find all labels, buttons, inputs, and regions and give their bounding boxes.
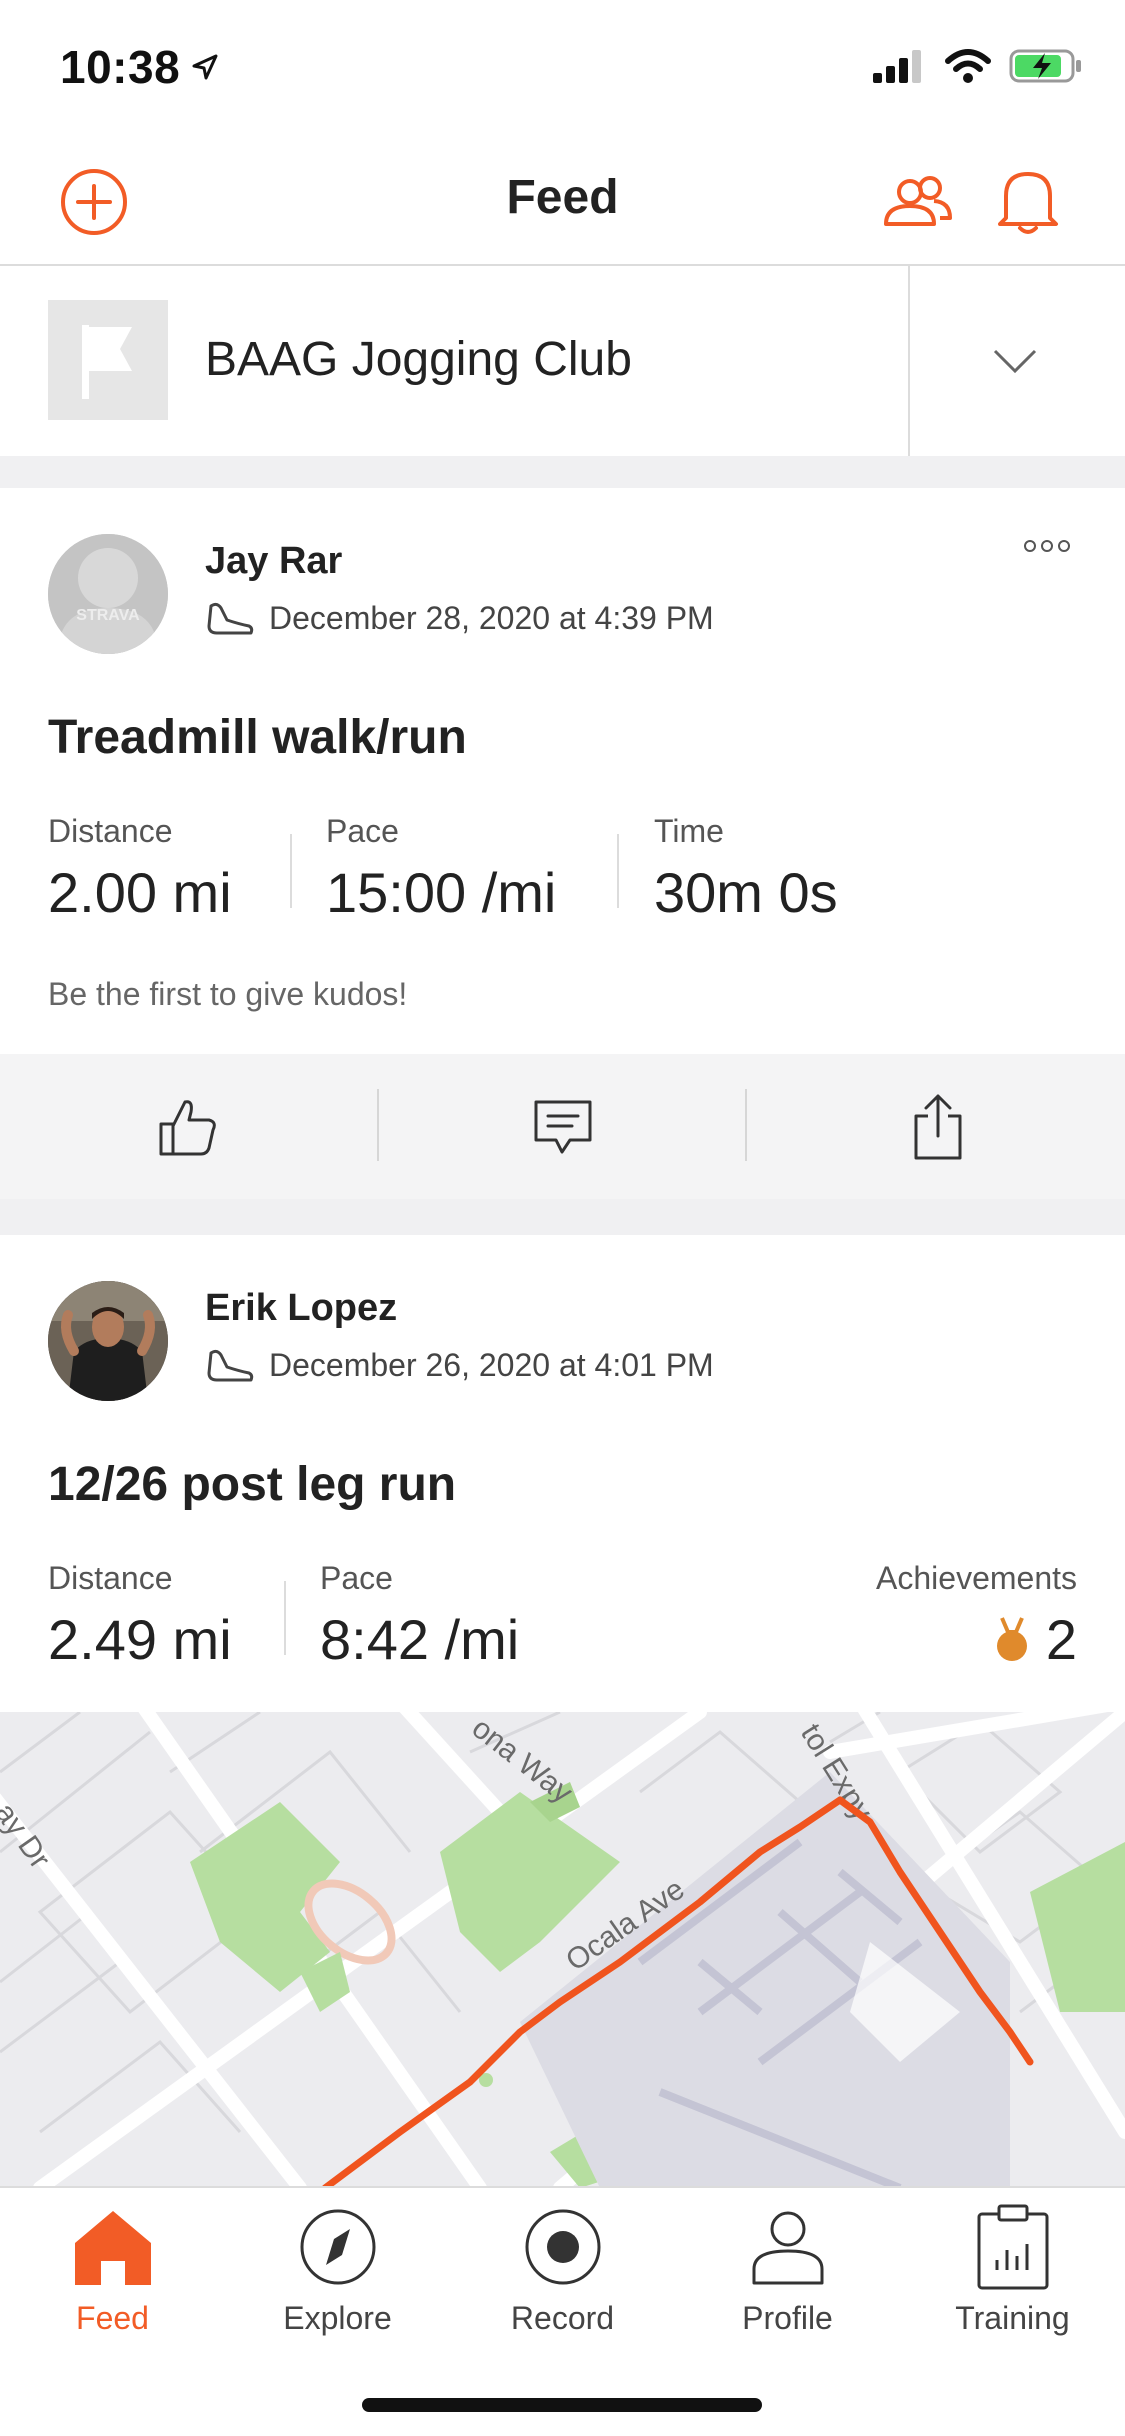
status-bar: 10:38 <box>0 0 1125 140</box>
divider <box>908 266 910 456</box>
clipboard-chart-icon <box>977 2204 1048 2290</box>
time-text: 10:38 <box>60 41 181 93</box>
avatar[interactable]: STRAVA <box>48 534 168 654</box>
stat-distance: Distance 2.00 mi <box>48 813 232 925</box>
tab-label: Explore <box>283 2300 392 2336</box>
tab-training[interactable]: Training <box>900 2188 1125 2378</box>
section-gap <box>0 1199 1125 1235</box>
shoe-icon <box>207 602 254 635</box>
activity-title[interactable]: 12/26 post leg run <box>48 1457 456 1512</box>
stat-label: Achievements <box>876 1560 1077 1596</box>
avatar-image: STRAVA <box>48 534 168 654</box>
tab-label: Record <box>510 2300 615 2336</box>
map-image: ona Way Ocala Ave tol Expy ay Dr <box>0 1712 1125 2188</box>
tab-profile[interactable]: Profile <box>675 2188 900 2378</box>
divider <box>745 1089 747 1161</box>
stat-value: 15:00 /mi <box>326 861 557 924</box>
tab-label: Training <box>955 2300 1070 2336</box>
stat-pace: Pace 8:42 /mi <box>320 1560 519 1672</box>
tab-bar: Feed Explore Record Profile Training <box>0 2186 1125 2436</box>
share-button[interactable] <box>750 1054 1125 1199</box>
post-date: December 26, 2020 at 4:01 PM <box>269 1346 714 1383</box>
thumbs-up-icon <box>159 1099 216 1155</box>
club-name: BAAG Jogging Club <box>205 333 632 386</box>
tab-label: Feed <box>76 2300 149 2336</box>
stat-label: Distance <box>48 813 173 849</box>
club-dropdown-button[interactable] <box>980 326 1050 396</box>
kudos-button[interactable] <box>0 1054 375 1199</box>
stat-value: 2.00 mi <box>48 861 232 924</box>
activity-title[interactable]: Treadmill walk/run <box>48 710 467 765</box>
post-meta: December 26, 2020 at 4:01 PM <box>205 1345 714 1385</box>
people-icon <box>884 176 952 226</box>
person-icon <box>752 2211 823 2285</box>
athlete-name[interactable]: Erik Lopez <box>205 1287 397 1330</box>
stat-pace: Pace 15:00 /mi <box>326 813 556 925</box>
stat-achievements[interactable]: Achievements 2 <box>876 1560 1077 1672</box>
more-options-button[interactable] <box>1017 526 1077 566</box>
avatar[interactable] <box>48 1281 168 1401</box>
post-action-bar <box>0 1054 1125 1199</box>
comment-button[interactable] <box>375 1054 750 1199</box>
stat-value: 30m 0s <box>654 861 838 924</box>
activity-post[interactable]: STRAVA Jay Rar December 28, 2020 at 4:39… <box>0 488 1125 1054</box>
activity-post[interactable]: Erik Lopez December 26, 2020 at 4:01 PM … <box>0 1235 1125 1712</box>
compass-icon <box>300 2209 375 2285</box>
tab-record[interactable]: Record <box>450 2188 675 2378</box>
divider <box>617 834 619 908</box>
club-logo <box>48 300 168 420</box>
record-icon <box>525 2209 600 2285</box>
club-selector[interactable]: BAAG Jogging Club <box>0 266 1125 456</box>
home-indicator[interactable] <box>362 2398 762 2412</box>
find-friends-button[interactable] <box>868 162 968 242</box>
stat-label: Distance <box>48 1560 173 1596</box>
chevron-down-icon <box>993 349 1037 374</box>
stat-time: Time 30m 0s <box>654 813 838 925</box>
kudos-prompt[interactable]: Be the first to give kudos! <box>48 976 407 1013</box>
post-date: December 28, 2020 at 4:39 PM <box>269 599 714 636</box>
stat-label: Pace <box>326 813 399 849</box>
app-header: Feed <box>0 140 1125 266</box>
avatar-image <box>48 1281 168 1401</box>
medal-icon <box>996 1616 1027 1661</box>
location-arrow-icon <box>192 54 218 80</box>
tab-explore[interactable]: Explore <box>225 2188 450 2378</box>
achievements-value: 2 <box>876 1607 1077 1672</box>
tab-label: Profile <box>742 2300 833 2336</box>
post-meta: December 28, 2020 at 4:39 PM <box>205 598 714 638</box>
cellular-signal-icon <box>873 50 921 83</box>
route-map[interactable]: ona Way Ocala Ave tol Expy ay Dr <box>0 1712 1125 2188</box>
athlete-name[interactable]: Jay Rar <box>205 540 342 583</box>
stat-value: 2.49 mi <box>48 1608 232 1671</box>
section-gap <box>0 456 1125 488</box>
share-icon <box>914 1094 961 1159</box>
avatar-text: STRAVA <box>76 607 140 624</box>
tab-feed[interactable]: Feed <box>0 2188 225 2378</box>
home-icon <box>74 2211 151 2285</box>
divider <box>284 1581 286 1655</box>
comment-icon <box>534 1100 591 1153</box>
achievements-count: 2 <box>1045 1608 1077 1671</box>
divider <box>290 834 292 908</box>
status-time: 10:38 <box>60 40 220 94</box>
stat-distance: Distance 2.49 mi <box>48 1560 232 1672</box>
stat-value: 8:42 /mi <box>320 1608 520 1671</box>
bell-icon <box>998 172 1058 234</box>
stat-label: Time <box>654 813 724 849</box>
wifi-icon <box>945 49 991 83</box>
shoe-icon <box>207 1349 254 1382</box>
battery-charging-icon <box>1009 49 1081 83</box>
more-dots-icon <box>1024 540 1070 552</box>
flag-icon <box>82 325 132 399</box>
stat-label: Pace <box>320 1560 393 1596</box>
notifications-button[interactable] <box>988 162 1068 242</box>
